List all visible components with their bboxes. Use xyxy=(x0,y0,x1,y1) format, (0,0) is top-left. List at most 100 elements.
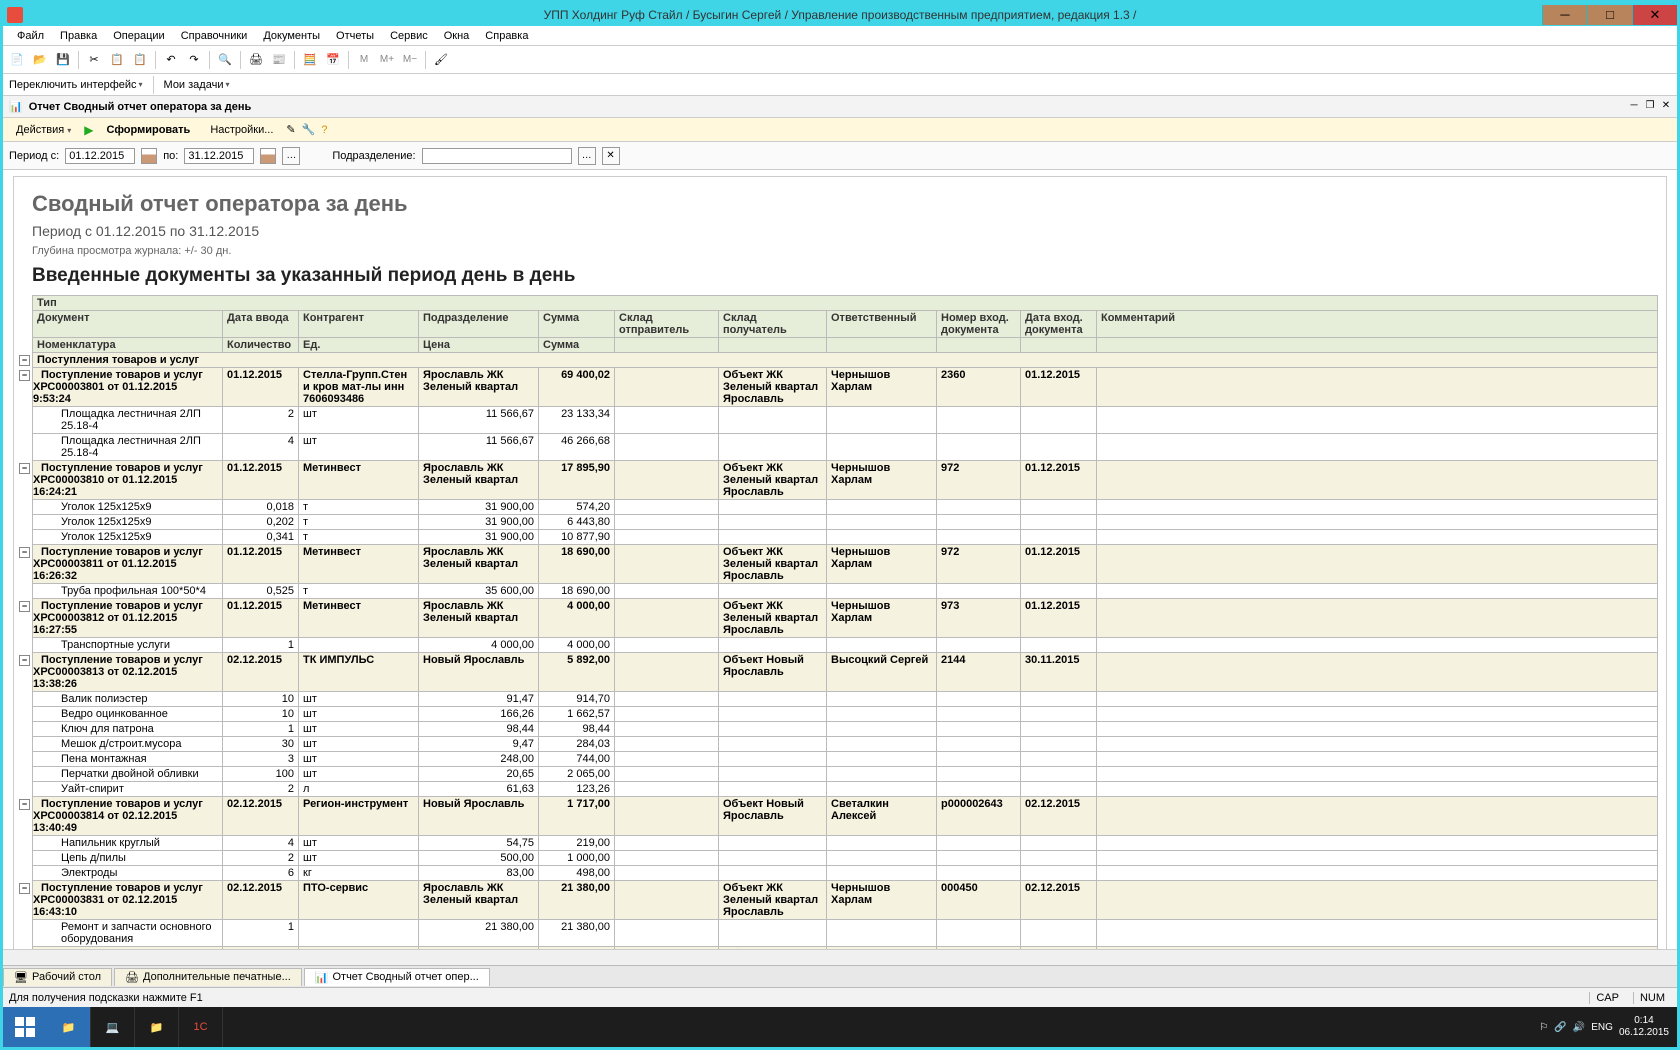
doc-row[interactable]: −Поступление товаров и услуг ХРС00003813… xyxy=(33,653,1658,692)
run-icon[interactable]: ▶ xyxy=(84,123,93,137)
close-button[interactable]: ✕ xyxy=(1632,5,1677,25)
tray-clock[interactable]: 0:14 06.12.2015 xyxy=(1619,1015,1669,1039)
collapse-icon[interactable]: − xyxy=(19,463,30,474)
doc-restore-icon[interactable]: ❐ xyxy=(1643,100,1657,114)
col-header: Дата вход. документа xyxy=(1021,311,1097,338)
item-row: Цепь д/пилы2шт500,001 000,00 xyxy=(33,851,1658,866)
division-pick-button[interactable]: … xyxy=(578,147,596,165)
calendar-icon[interactable]: 📅 xyxy=(323,50,343,70)
menu-documents[interactable]: Документы xyxy=(255,28,328,44)
doc-row[interactable]: −Поступление товаров и услуг ХРС00003831… xyxy=(33,881,1658,920)
task-explorer-icon[interactable]: 📁 xyxy=(47,1007,91,1047)
open-icon[interactable]: 📂 xyxy=(30,50,50,70)
tool-icon[interactable]: 🔧 xyxy=(302,123,316,136)
division-input[interactable] xyxy=(422,148,572,164)
collapse-icon[interactable]: − xyxy=(19,883,30,894)
collapse-icon[interactable]: − xyxy=(19,547,30,558)
calendar-icon[interactable] xyxy=(141,148,157,164)
form-button[interactable]: Сформировать xyxy=(100,121,198,139)
m-icon[interactable]: M xyxy=(354,50,374,70)
period-pick-button[interactable]: … xyxy=(282,147,300,165)
tab-report[interactable]: 📊 Отчет Сводный отчет опер... xyxy=(304,968,490,986)
item-row: Ключ для патрона1шт98,4498,44 xyxy=(33,722,1658,737)
menu-service[interactable]: Сервис xyxy=(382,28,436,44)
menu-windows[interactable]: Окна xyxy=(436,28,478,44)
help-icon[interactable]: ? xyxy=(321,124,327,136)
my-tasks[interactable]: Мои задачи ▾ xyxy=(164,79,230,91)
desktop-icon: 🖥 xyxy=(14,971,28,984)
menu-file[interactable]: Файл xyxy=(9,28,52,44)
minimize-button[interactable]: ─ xyxy=(1542,5,1587,25)
doc-icon: 📊 xyxy=(9,100,23,113)
m-minus-icon[interactable]: M− xyxy=(400,50,420,70)
doc-row[interactable]: −Поступление товаров и услуг ХРС00003801… xyxy=(33,368,1658,407)
collapse-icon[interactable]: − xyxy=(19,601,30,612)
cut-icon[interactable]: ✂ xyxy=(84,50,104,70)
task-folder-icon[interactable]: 📁 xyxy=(135,1007,179,1047)
calendar-icon[interactable] xyxy=(260,148,276,164)
period-to-input[interactable] xyxy=(184,148,254,164)
task-powershell-icon[interactable]: 💻 xyxy=(91,1007,135,1047)
pencil-icon[interactable]: ✎ xyxy=(286,123,295,136)
copy-icon[interactable]: 📋 xyxy=(107,50,127,70)
report-section: Введенные документы за указанный период … xyxy=(32,265,1658,287)
collapse-icon[interactable]: − xyxy=(19,370,30,381)
doc-row[interactable]: −Поступление товаров и услуг ХРС00003812… xyxy=(33,599,1658,638)
doc-row[interactable]: −Поступление товаров и услуг ХРС00003814… xyxy=(33,797,1658,836)
actions-button[interactable]: Действия ▾ xyxy=(9,121,78,139)
item-row: Электроды6кг83,00498,00 xyxy=(33,866,1658,881)
doc-minimize-icon[interactable]: ─ xyxy=(1627,100,1641,114)
division-clear-button[interactable]: ✕ xyxy=(602,147,620,165)
period-from-input[interactable] xyxy=(65,148,135,164)
find-icon[interactable]: 🔍 xyxy=(215,50,235,70)
doc-row[interactable]: −Поступление товаров и услуг ХРС00003810… xyxy=(33,461,1658,500)
col-header: Номер вход. документа xyxy=(937,311,1021,338)
redo-icon[interactable]: ↷ xyxy=(184,50,204,70)
save-icon[interactable]: 💾 xyxy=(53,50,73,70)
col-header: Склад получатель xyxy=(719,311,827,338)
item-row: Валик полиэстер10шт91,47914,70 xyxy=(33,692,1658,707)
tray-lang[interactable]: ENG xyxy=(1591,1022,1613,1033)
print-icon[interactable]: 🖨 xyxy=(246,50,266,70)
maximize-button[interactable]: □ xyxy=(1587,5,1632,25)
col-header: Дата ввода xyxy=(223,311,299,338)
tab-desktop[interactable]: 🖥 Рабочий стол xyxy=(3,968,112,986)
task-1c-icon[interactable]: 1С xyxy=(179,1007,223,1047)
switch-interface[interactable]: Переключить интерфейс ▾ xyxy=(9,79,143,91)
tab-print[interactable]: 🖨 Дополнительные печатные... xyxy=(114,968,302,986)
status-cap: CAP xyxy=(1589,992,1625,1004)
doc-row[interactable]: −Поступление товаров и услуг ХРС00003811… xyxy=(33,545,1658,584)
start-button[interactable] xyxy=(3,1007,47,1047)
menu-help[interactable]: Справка xyxy=(477,28,536,44)
col-header: Ед. xyxy=(299,338,419,353)
division-label: Подразделение: xyxy=(332,150,415,162)
undo-icon[interactable]: ↶ xyxy=(161,50,181,70)
collapse-icon[interactable]: − xyxy=(19,799,30,810)
header-type: Тип xyxy=(33,296,1658,311)
m-plus-icon[interactable]: M+ xyxy=(377,50,397,70)
main-toolbar: 📄 📂 💾 ✂ 📋 📋 ↶ ↷ 🔍 🖨 📰 🧮 📅 M M+ M− 🖌 xyxy=(3,46,1677,74)
calc-icon[interactable]: 🧮 xyxy=(300,50,320,70)
brush-icon[interactable]: 🖌 xyxy=(431,50,451,70)
tray-flag-icon[interactable]: ⚐ xyxy=(1539,1022,1548,1033)
menu-operations[interactable]: Операции xyxy=(105,28,172,44)
new-icon[interactable]: 📄 xyxy=(7,50,27,70)
menu-catalogs[interactable]: Справочники xyxy=(173,28,256,44)
report-area[interactable]: Сводный отчет оператора за день Период с… xyxy=(3,170,1677,949)
tray-network-icon[interactable]: 🔗 xyxy=(1554,1022,1566,1033)
menubar: Файл Правка Операции Справочники Докумен… xyxy=(3,26,1677,46)
horizontal-scrollbar[interactable] xyxy=(3,949,1677,965)
collapse-icon[interactable]: − xyxy=(19,655,30,666)
col-header: Сумма xyxy=(539,338,615,353)
doc-row[interactable]: −Поступление товаров и услуг ХРС00003838… xyxy=(33,947,1658,950)
menu-edit[interactable]: Правка xyxy=(52,28,105,44)
settings-button[interactable]: Настройки... xyxy=(203,121,280,139)
preview-icon[interactable]: 📰 xyxy=(269,50,289,70)
item-row: Транспортные услуги14 000,004 000,00 xyxy=(33,638,1658,653)
collapse-icon[interactable]: − xyxy=(19,355,30,366)
doc-close-icon[interactable]: ✕ xyxy=(1659,100,1673,114)
menu-reports[interactable]: Отчеты xyxy=(328,28,382,44)
status-num: NUM xyxy=(1633,992,1671,1004)
paste-icon[interactable]: 📋 xyxy=(130,50,150,70)
tray-sound-icon[interactable]: 🔊 xyxy=(1573,1022,1585,1033)
